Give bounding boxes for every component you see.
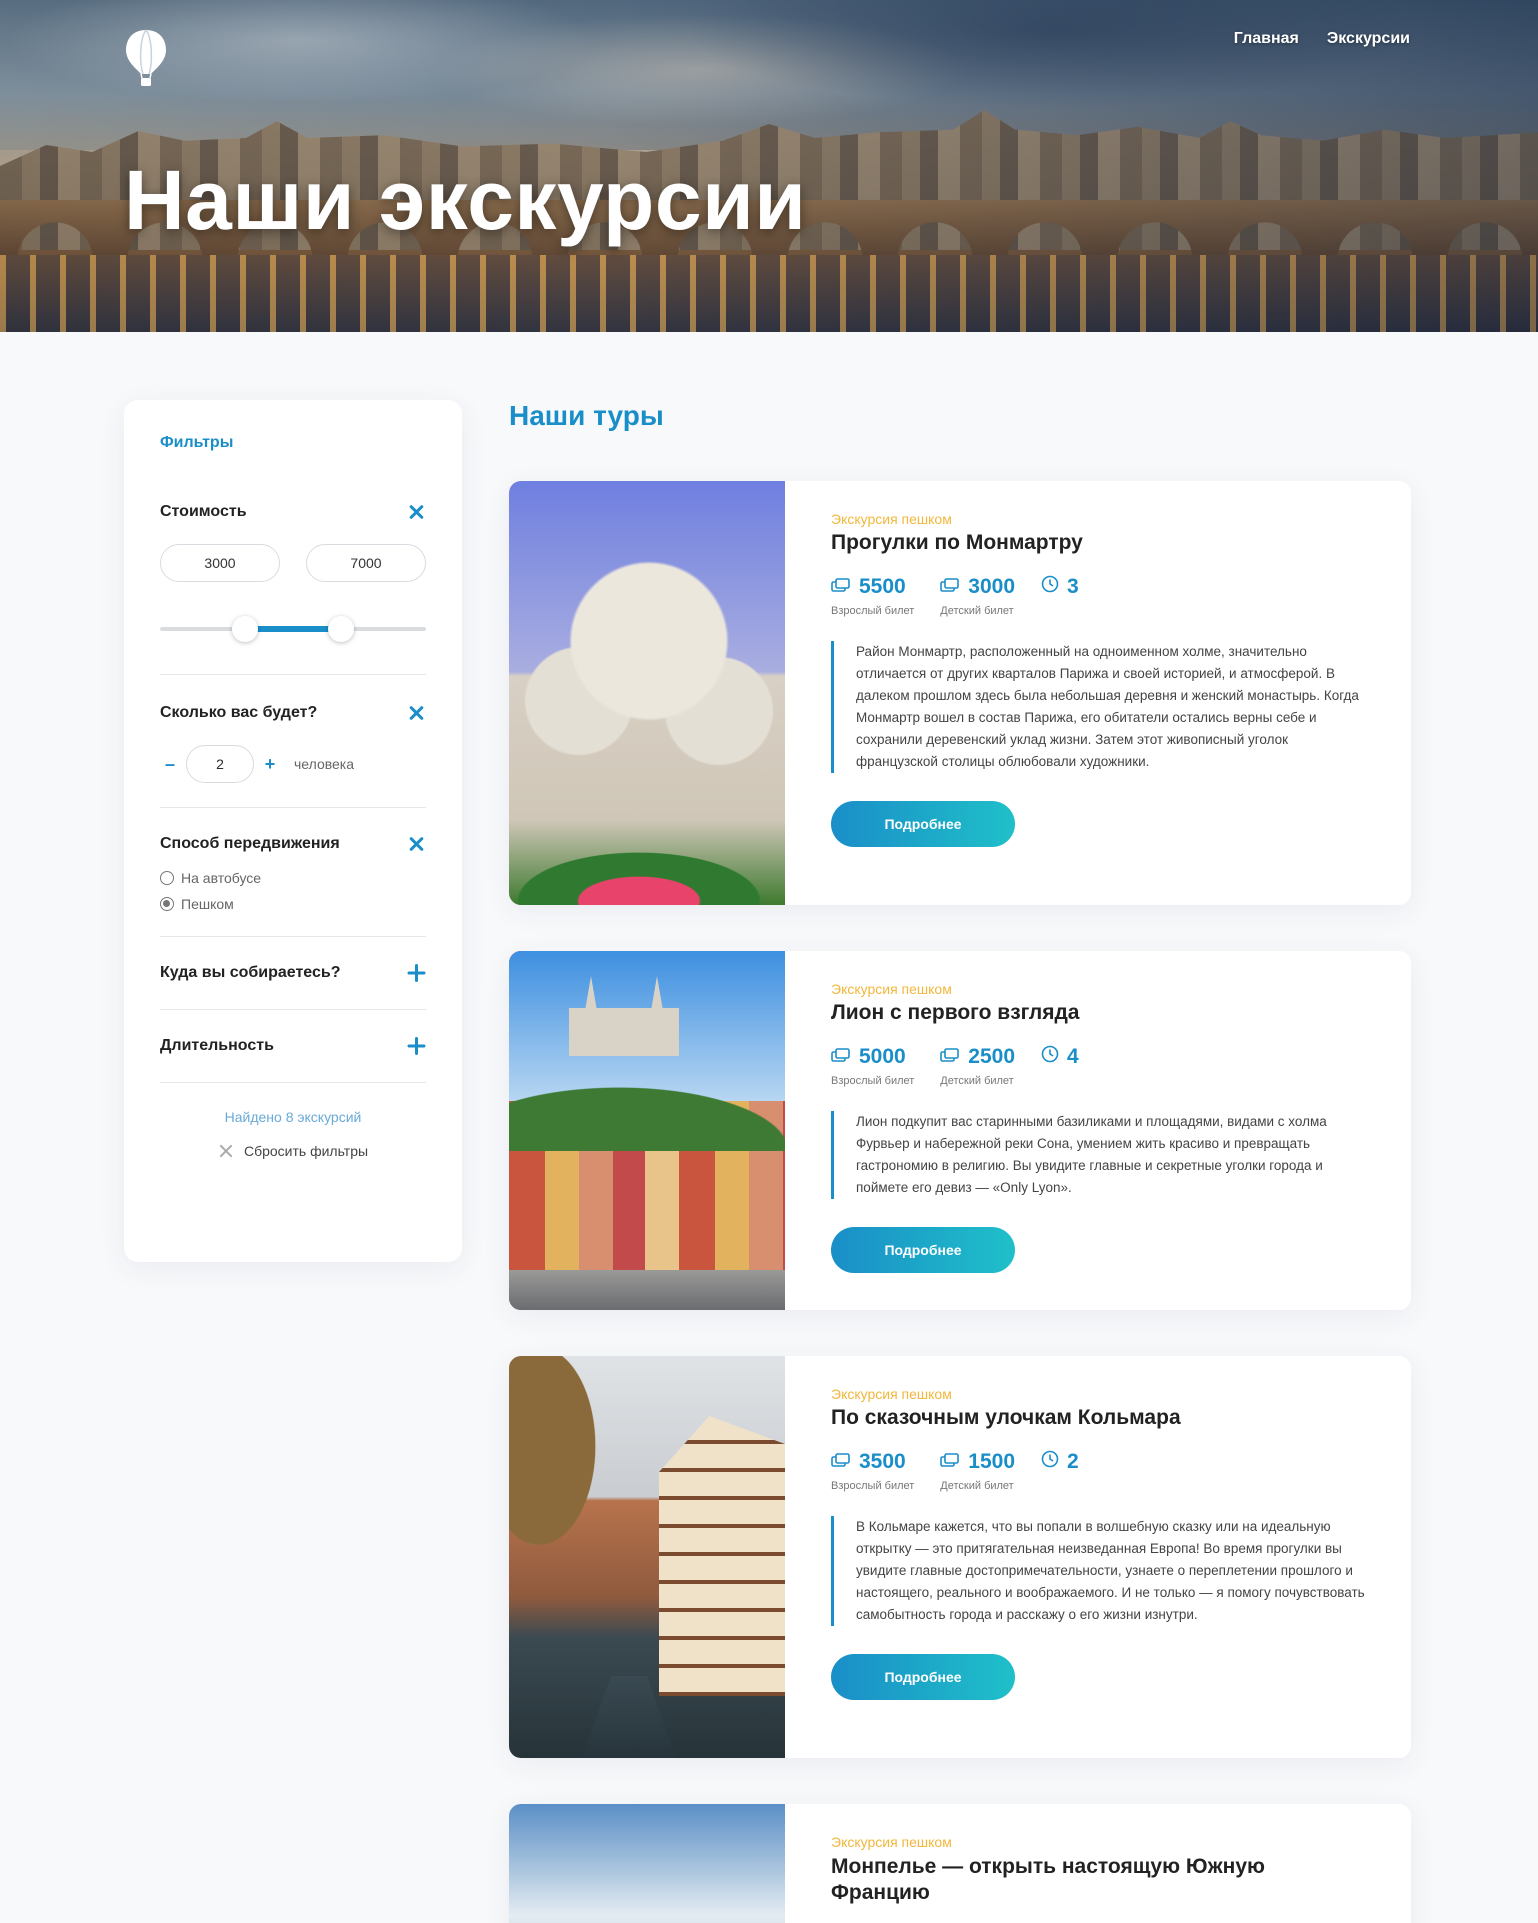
price-range-fill (245, 626, 341, 632)
close-icon[interactable] (406, 834, 426, 854)
tour-card: Экскурсия пешком Прогулки по Монмартру 5… (509, 481, 1411, 905)
cash-icon (831, 575, 851, 599)
divider (160, 936, 426, 937)
tour-card: Экскурсия пешком Лион с первого взгляда … (509, 951, 1411, 1310)
divider (160, 1009, 426, 1010)
tour-type: Экскурсия пешком (831, 511, 952, 527)
clock-icon (1041, 1450, 1059, 1474)
duration-hours: 2 (1067, 1450, 1079, 1473)
hero-banner: Главная Экскурсии Наши экскурсии (0, 0, 1538, 332)
tour-title[interactable]: Лион с первого взгляда (831, 1001, 1371, 1025)
price-filter-label: Стоимость (160, 503, 247, 520)
tour-description: Лион подкупит вас старинными базиликами … (831, 1111, 1371, 1199)
people-unit-label: человека (294, 756, 355, 772)
duration-filter[interactable]: Длительность (160, 1036, 426, 1056)
destination-filter[interactable]: Куда вы собираетесь? (160, 963, 426, 983)
transport-filter-label: Способ передвижения (160, 835, 340, 852)
duration-hours: 4 (1067, 1045, 1079, 1068)
cash-icon (831, 1450, 851, 1474)
balloon-icon[interactable] (124, 28, 168, 90)
tour-card: Экскурсия пешком Монпелье — открыть наст… (509, 1804, 1411, 1923)
people-count-input[interactable]: 2 (186, 745, 254, 783)
close-icon[interactable] (406, 502, 426, 522)
tour-photo-montpellier[interactable] (509, 1804, 785, 1923)
section-title: Наши туры (509, 400, 664, 431)
price-min-input[interactable]: 3000 (160, 544, 280, 582)
quantity-stepper: – 2 + человека (160, 745, 426, 783)
filters-title: Фильтры (160, 434, 234, 451)
clock-icon (1041, 1045, 1059, 1069)
tour-photo-colmar[interactable] (509, 1356, 785, 1758)
tour-type: Экскурсия пешком (831, 981, 952, 997)
tour-photo-montmartre[interactable] (509, 481, 785, 905)
adult-price: 3500 (859, 1450, 906, 1473)
price-min-handle[interactable] (232, 616, 259, 642)
transport-option-bus[interactable]: На автобусе (160, 870, 426, 886)
page-title: Наши экскурсии (124, 153, 807, 247)
cash-icon (940, 1450, 960, 1474)
transport-option-walk[interactable]: Пешком (160, 896, 426, 912)
child-price: 3000 (968, 575, 1016, 598)
nav-home-link[interactable]: Главная (1234, 30, 1299, 48)
price-max-handle[interactable] (327, 616, 354, 642)
transport-filter: Способ передвижения На автобусе Пешком (160, 834, 426, 912)
plus-icon[interactable] (406, 963, 426, 983)
clock-icon (1041, 575, 1059, 599)
people-filter: Сколько вас будет? – 2 + человека (160, 703, 426, 783)
people-filter-label: Сколько вас будет? (160, 704, 318, 721)
child-price-label: Детский билет (940, 605, 1014, 617)
duration-hours: 3 (1067, 575, 1079, 598)
tour-photo-lyon[interactable] (509, 951, 785, 1310)
decrement-button[interactable]: – (160, 754, 180, 775)
adult-price-label: Взрослый билет (831, 605, 915, 617)
adult-price: 5000 (859, 1045, 906, 1068)
divider (160, 807, 426, 808)
cash-icon (940, 1045, 960, 1069)
radio-button[interactable] (160, 871, 174, 885)
radio-button-checked[interactable] (160, 897, 174, 911)
tour-type: Экскурсия пешком (831, 1834, 952, 1850)
destination-filter-label: Куда вы собираетесь? (160, 964, 341, 981)
price-filter: Стоимость 3000 7000 (160, 502, 426, 644)
reset-filters-button[interactable]: Сбросить фильтры (160, 1143, 426, 1159)
divider (160, 674, 426, 675)
details-button[interactable]: Подробнее (831, 1654, 1015, 1700)
price-range-slider[interactable] (160, 614, 426, 644)
filters-panel: Фильтры Стоимость 3000 7000 Сколько вас … (124, 400, 462, 1262)
nav-excursions-link[interactable]: Экскурсии (1327, 30, 1410, 48)
tour-card: Экскурсия пешком По сказочным улочкам Ко… (509, 1356, 1411, 1758)
tour-title[interactable]: По сказочным улочкам Кольмара (831, 1406, 1371, 1430)
tour-type: Экскурсия пешком (831, 1386, 952, 1402)
tour-title[interactable]: Монпелье — открыть настоящую Южную Франц… (831, 1854, 1311, 1906)
results-count: Найдено 8 экскурсий (224, 1109, 362, 1125)
details-button[interactable]: Подробнее (831, 801, 1015, 847)
close-icon (218, 1143, 234, 1159)
child-price: 2500 (968, 1045, 1016, 1068)
divider (160, 1082, 426, 1083)
child-price-label: Детский билет (940, 1480, 1014, 1492)
close-icon[interactable] (406, 703, 426, 723)
cash-icon (831, 1045, 851, 1069)
child-price-label: Детский билет (940, 1075, 1014, 1087)
details-button[interactable]: Подробнее (831, 1227, 1015, 1273)
tour-title[interactable]: Прогулки по Монмартру (831, 531, 1371, 555)
adult-price: 5500 (859, 575, 906, 598)
adult-price-label: Взрослый билет (831, 1480, 915, 1492)
main-nav: Главная Экскурсии (1234, 30, 1410, 48)
duration-filter-label: Длительность (160, 1037, 274, 1054)
tour-description: Район Монмартр, расположенный на одноиме… (831, 641, 1371, 773)
adult-price-label: Взрослый билет (831, 1075, 915, 1087)
increment-button[interactable]: + (260, 754, 280, 775)
price-max-input[interactable]: 7000 (306, 544, 426, 582)
plus-icon[interactable] (406, 1036, 426, 1056)
cash-icon (940, 575, 960, 599)
tour-description: В Кольмаре кажется, что вы попали в волш… (831, 1516, 1371, 1626)
child-price: 1500 (968, 1450, 1016, 1473)
